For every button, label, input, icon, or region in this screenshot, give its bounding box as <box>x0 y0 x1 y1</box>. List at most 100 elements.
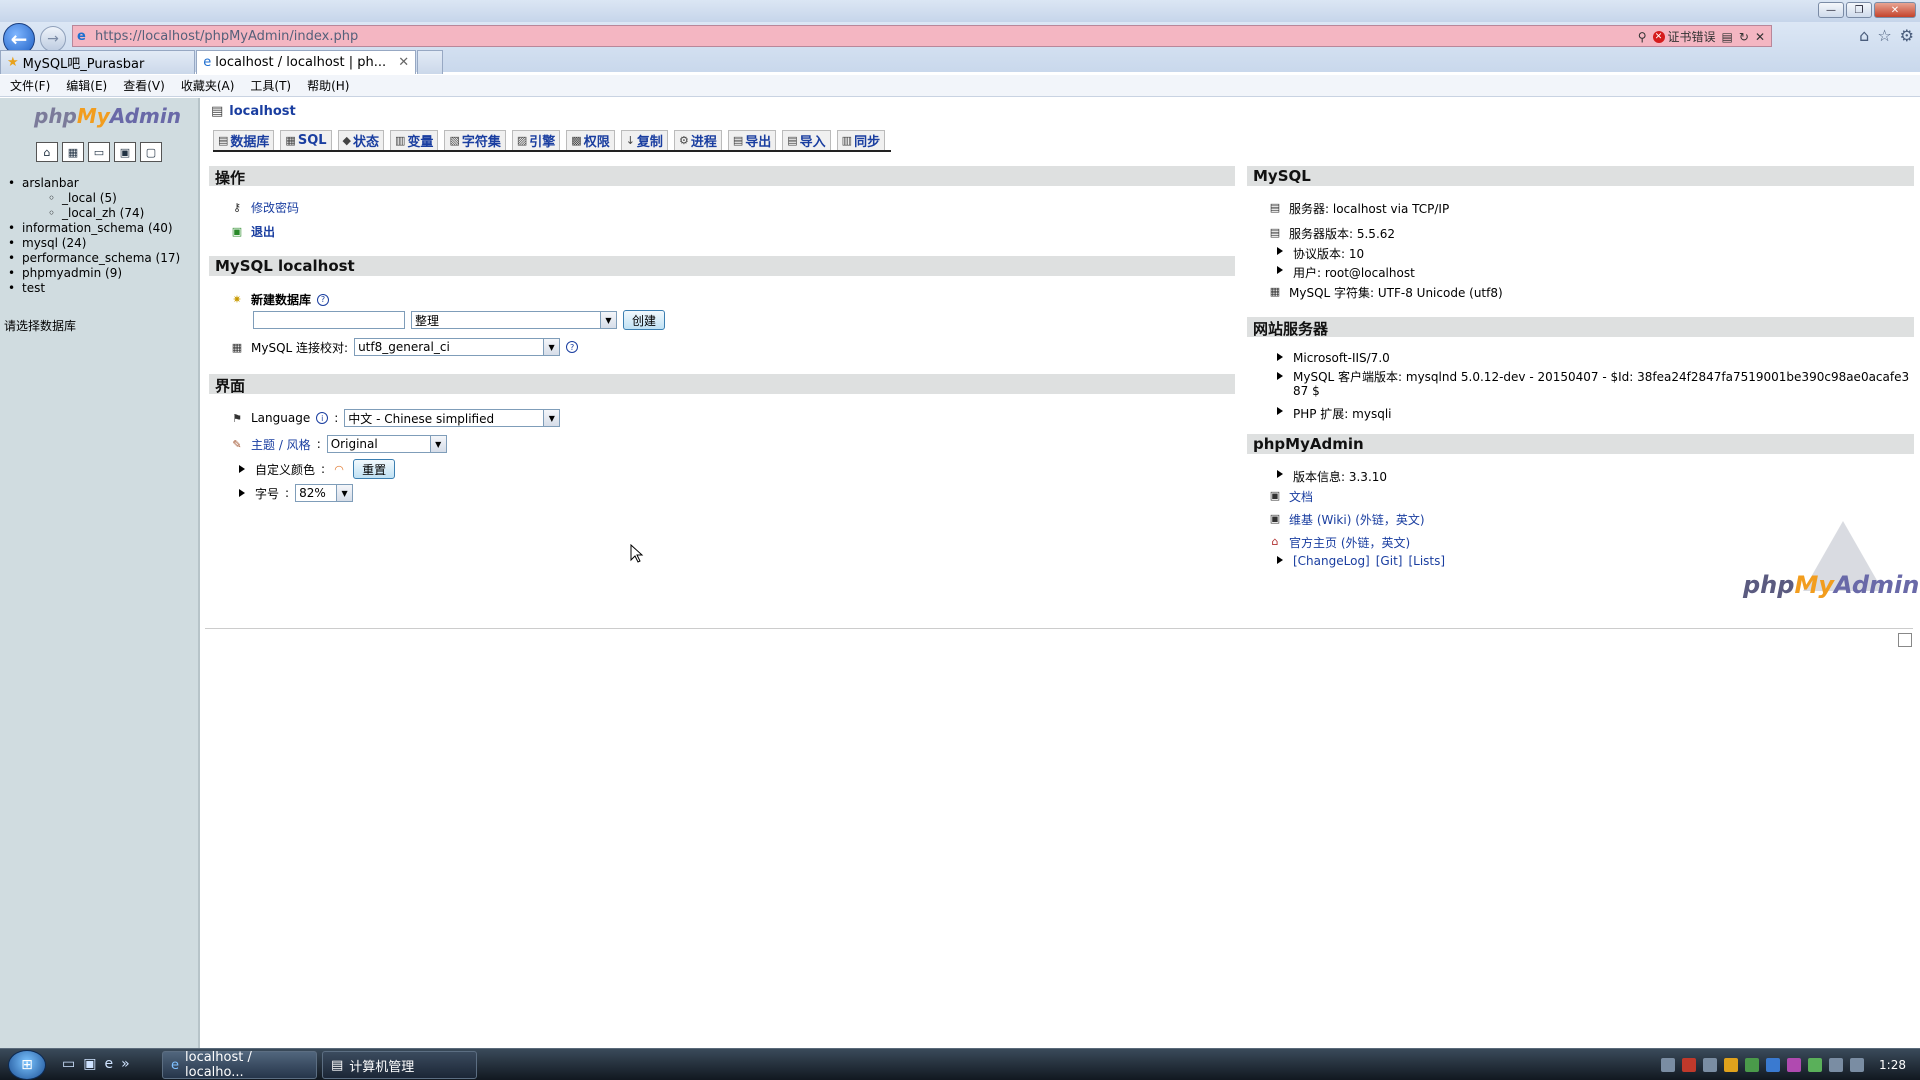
tab-status[interactable]: ◆ 状态 <box>337 130 385 150</box>
docs-link[interactable]: 文档 <box>1289 488 1313 505</box>
logout-link[interactable]: 退出 <box>251 223 275 240</box>
search-icon[interactable]: ⚲ <box>1638 30 1647 44</box>
more-icon[interactable]: » <box>121 1056 130 1072</box>
db-subitem[interactable]: _local_zh (74) <box>48 206 180 221</box>
new-db-name-input[interactable] <box>253 311 405 329</box>
menu-favorites[interactable]: 收藏夹(A) <box>181 77 235 94</box>
network-icon[interactable] <box>1745 1058 1760 1072</box>
create-db-button[interactable]: 创建 <box>623 310 666 330</box>
speaker-icon[interactable] <box>1850 1058 1865 1072</box>
app-icon[interactable] <box>1808 1058 1823 1072</box>
sql-window-icon[interactable]: ▭ <box>88 142 110 162</box>
home-icon[interactable]: ⌂ <box>36 142 58 162</box>
clock[interactable]: 1:28 <box>1879 1058 1906 1072</box>
font-size-select[interactable]: 82% ▼ <box>295 484 354 502</box>
db-subitem[interactable]: _local (5) <box>48 191 180 206</box>
theme-select[interactable]: Original ▼ <box>326 435 447 453</box>
home-icon[interactable]: ⌂ <box>1859 26 1869 45</box>
export-icon: ▤ <box>732 134 744 147</box>
db-item[interactable]: phpmyadmin (9) <box>8 266 180 281</box>
menu-help[interactable]: 帮助(H) <box>307 77 349 94</box>
tab-purasbar[interactable]: ★ MySQL吧_Purasbar <box>0 50 196 74</box>
wiki-link[interactable]: 维基 (Wiki) (外链，英文) <box>1289 511 1425 528</box>
sql-query-icon[interactable]: ▦ <box>62 142 84 162</box>
tab-close-icon[interactable]: ✕ <box>398 55 409 70</box>
conn-collation-select[interactable]: utf8_general_ci ▼ <box>354 338 561 356</box>
taskbar-item-browser[interactable]: e localhost / localho... <box>162 1050 317 1080</box>
tab-sql[interactable]: ▦ SQL <box>280 130 332 150</box>
db-item[interactable]: information_schema (40) <box>8 221 180 236</box>
tab-export[interactable]: ▤ 导出 <box>727 130 777 150</box>
taskbar-item-computer-mgmt[interactable]: ▤ 计算机管理 <box>322 1051 477 1079</box>
favorites-icon[interactable]: ☆ <box>1877 26 1891 45</box>
start-button[interactable]: ⊞ <box>8 1050 46 1080</box>
docs-icon[interactable]: ▣ <box>114 142 136 162</box>
theme-link[interactable]: 主题 / 风格 <box>251 436 311 453</box>
keyboard-icon[interactable] <box>1661 1058 1676 1072</box>
menu-tools[interactable]: 工具(T) <box>250 77 291 94</box>
change-password-link[interactable]: 修改密码 <box>251 199 299 216</box>
stop-icon[interactable]: ✕ <box>1755 30 1765 44</box>
ie-icon[interactable]: e <box>104 1056 113 1072</box>
db-item[interactable]: test <box>8 281 180 296</box>
mysql-localhost-group: MySQL localhost <box>209 256 1235 276</box>
info-icon[interactable]: i <box>316 412 329 424</box>
tab-engines[interactable]: ▨ 引擎 <box>511 130 561 150</box>
help-book-icon[interactable]: ▢ <box>140 142 162 162</box>
homepage-link[interactable]: 官方主页 (外链，英文) <box>1289 534 1410 551</box>
gear-icon[interactable]: ⚙ <box>1900 26 1914 45</box>
flag-icon[interactable] <box>1724 1058 1739 1072</box>
db-item[interactable]: performance_schema (17) <box>8 251 180 266</box>
language-select[interactable]: 中文 - Chinese simplified ▼ <box>344 409 561 427</box>
changelog-link[interactable]: [ChangeLog] <box>1293 554 1370 568</box>
help-icon[interactable]: ? <box>317 293 330 306</box>
tab-replication[interactable]: ↓ 复制 <box>620 130 668 150</box>
tab-localhost[interactable]: e localhost / localhost | ph... ✕ <box>196 50 417 74</box>
cert-error[interactable]: ✕ 证书错误 <box>1652 28 1716 45</box>
language-label: Language <box>251 411 311 425</box>
menu-view[interactable]: 查看(V) <box>123 77 165 94</box>
app-icon[interactable] <box>1766 1058 1781 1072</box>
close-icon[interactable]: ✕ <box>1874 2 1916 18</box>
menu-file[interactable]: 文件(F) <box>10 77 50 94</box>
new-tab-button[interactable] <box>417 50 444 74</box>
tab-variables[interactable]: ▥ 变量 <box>390 130 439 150</box>
lists-link[interactable]: [Lists] <box>1408 554 1445 568</box>
db-item[interactable]: arslanbar _local (5) _local_zh (74) <box>8 176 180 221</box>
rainbow-icon[interactable]: ◠ <box>331 462 347 476</box>
mysql-info-group: MySQL <box>1247 166 1914 186</box>
tab-privileges[interactable]: ▩ 权限 <box>566 130 615 150</box>
expand-icon[interactable] <box>239 465 245 473</box>
tab-processes[interactable]: ⚙ 进程 <box>673 130 722 150</box>
volume-icon[interactable] <box>1703 1058 1718 1072</box>
address-bar[interactable]: e https://localhost/phpMyAdmin/index.php… <box>72 25 1772 47</box>
bullet-icon <box>1277 556 1283 564</box>
expand-icon[interactable] <box>239 489 245 497</box>
tab-databases[interactable]: ▤ 数据库 <box>213 130 275 150</box>
bullet-icon <box>1277 353 1283 361</box>
forward-button[interactable]: → <box>40 26 66 52</box>
app-icon[interactable] <box>1787 1058 1802 1072</box>
help-icon[interactable]: ? <box>566 341 579 353</box>
server-link[interactable]: localhost <box>229 104 295 119</box>
compat-icon[interactable]: ▤ <box>1722 30 1733 44</box>
tab-import[interactable]: ▤ 导入 <box>782 130 831 150</box>
display-icon[interactable] <box>1829 1058 1844 1072</box>
reset-color-button[interactable]: 重置 <box>353 459 396 479</box>
switch-windows-icon[interactable]: ▣ <box>83 1056 96 1072</box>
git-link[interactable]: [Git] <box>1376 554 1403 568</box>
minimize-icon[interactable]: — <box>1818 2 1844 18</box>
collation-select[interactable]: 整理 ▼ <box>411 311 617 329</box>
menu-edit[interactable]: 编辑(E) <box>66 77 107 94</box>
refresh-icon[interactable]: ↻ <box>1739 30 1749 44</box>
tab-charsets[interactable]: ▧ 字符集 <box>444 130 506 150</box>
restore-icon[interactable]: ❐ <box>1846 2 1872 18</box>
db-item[interactable]: mysql (24) <box>8 236 180 251</box>
server-version-icon: ▤ <box>1269 225 1281 239</box>
new-window-icon[interactable] <box>1898 633 1912 647</box>
pma-logo[interactable]: phpMyAdmin <box>34 104 181 128</box>
tab-sync[interactable]: ▥ 同步 <box>836 130 886 150</box>
show-desktop-icon[interactable]: ▭ <box>62 1056 75 1072</box>
replication-icon: ↓ <box>625 134 635 147</box>
error-icon[interactable] <box>1682 1058 1697 1072</box>
